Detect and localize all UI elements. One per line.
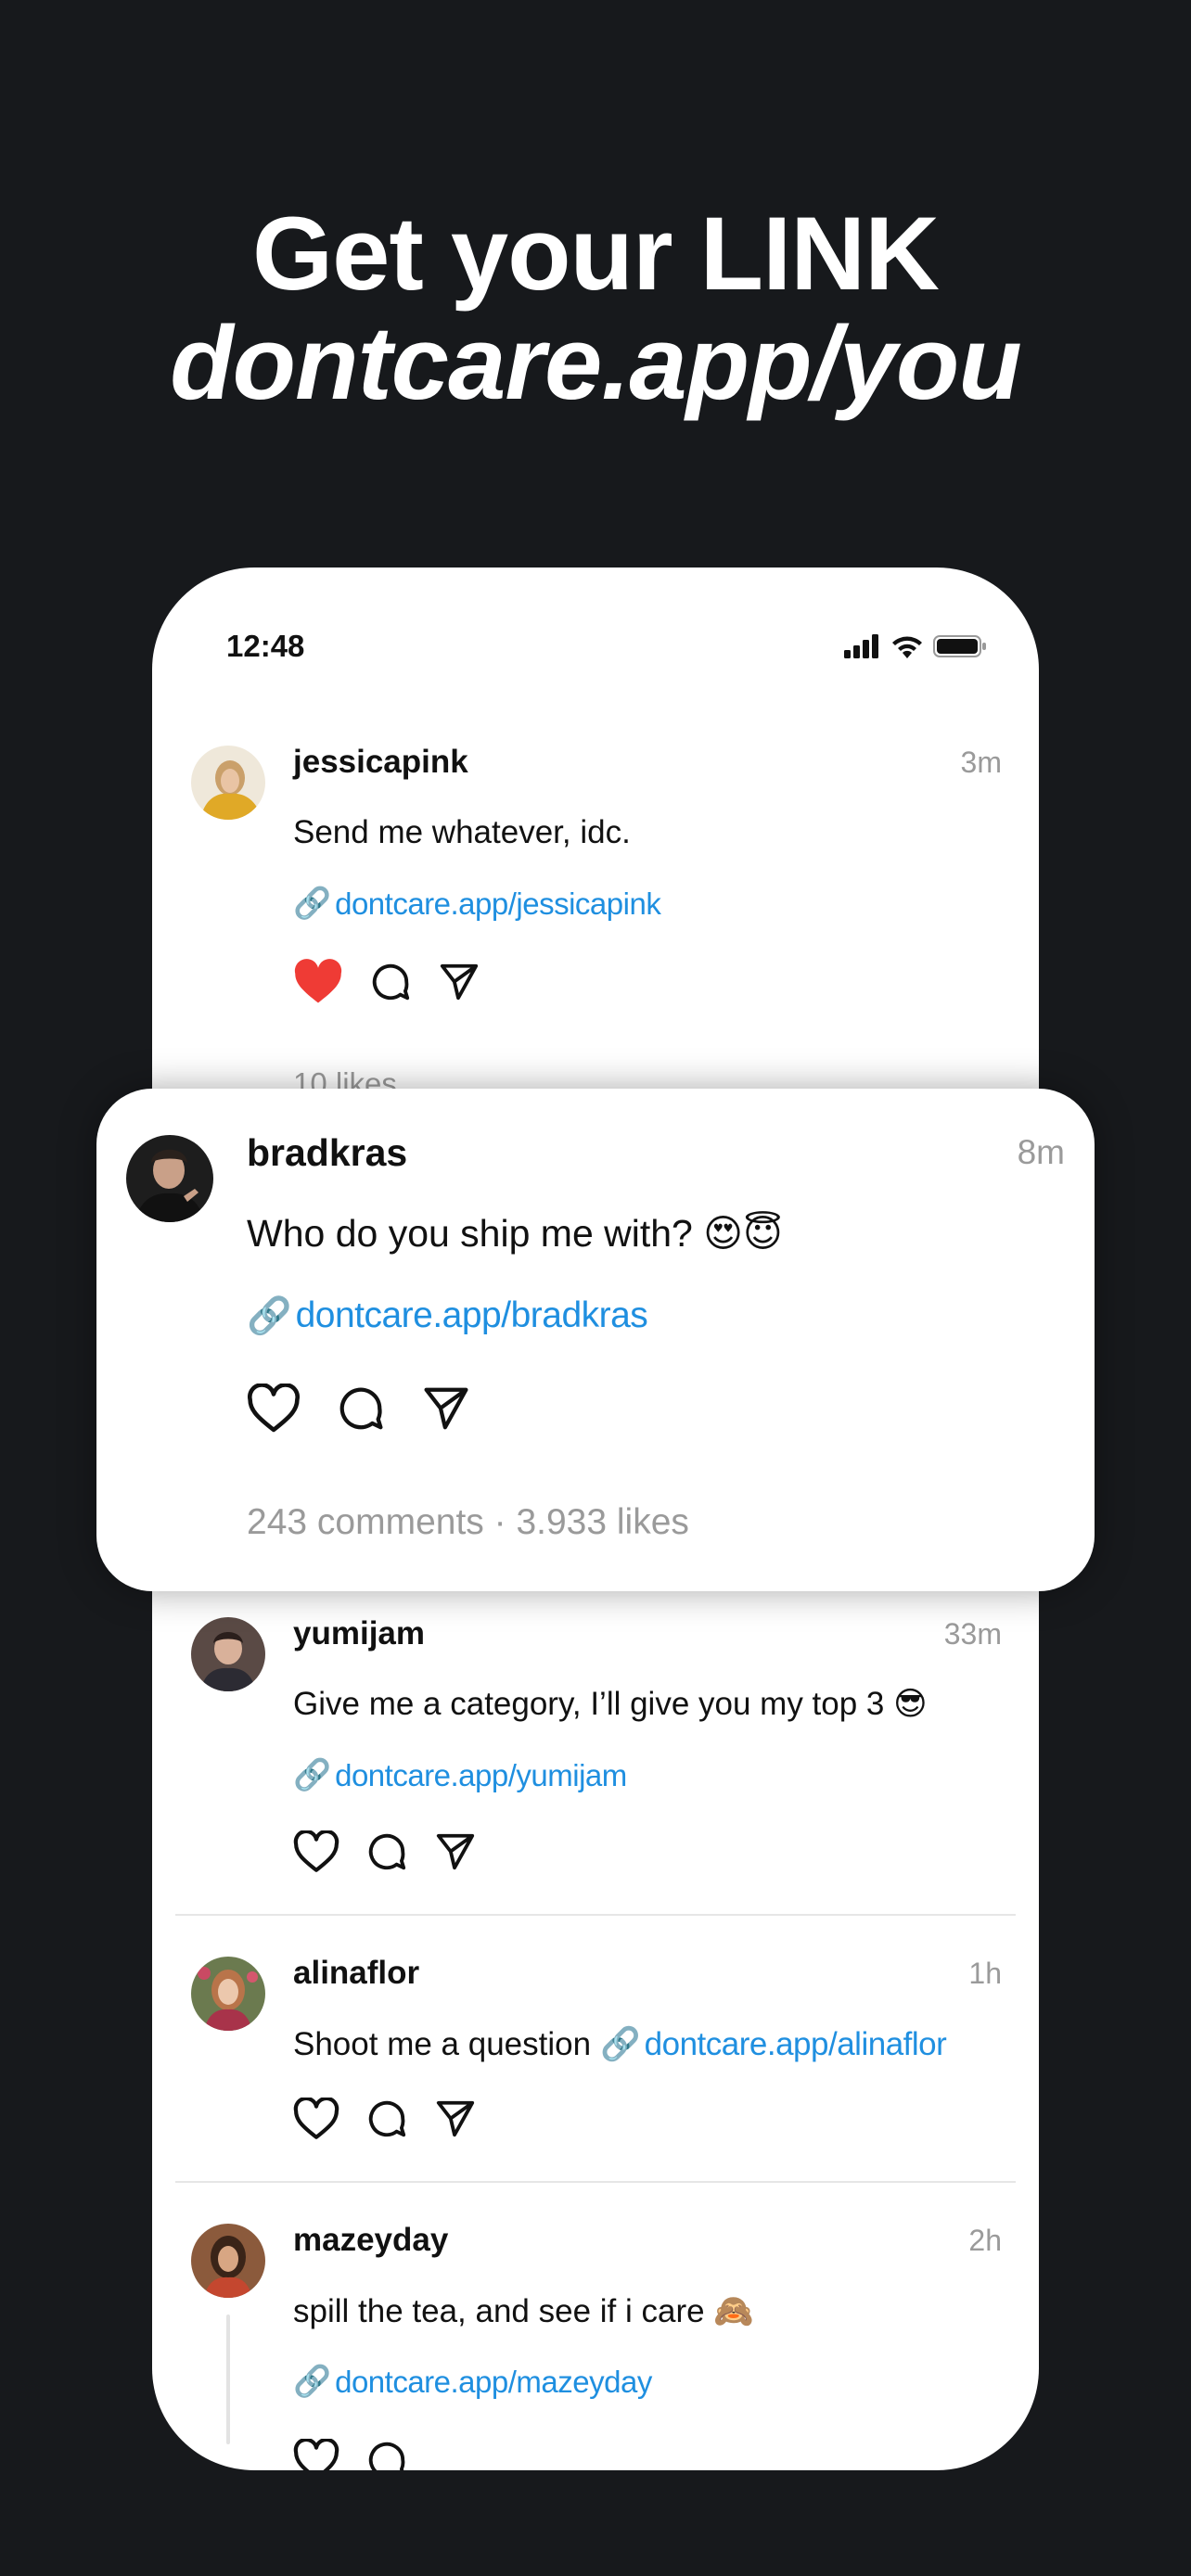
post-time: 1h <box>968 1957 1002 1990</box>
post-text: spill the tea, and see if i care 🙈 <box>293 2293 754 2329</box>
headline: Get your LINK dontcare.app/you <box>0 199 1191 418</box>
profile-link-text[interactable]: dontcare.app/alinaflor <box>645 2026 947 2063</box>
post-divider <box>175 2181 1016 2183</box>
link-icon: 🔗 <box>247 1296 292 1336</box>
comment-icon[interactable] <box>365 2098 408 2140</box>
battery-icon <box>933 635 986 657</box>
link-icon: 🔗 <box>293 1757 332 1792</box>
post-actions <box>247 1384 471 1434</box>
post-actions <box>293 1830 477 1873</box>
post-actions <box>293 2098 477 2140</box>
profile-link-text[interactable]: dontcare.app/mazeyday <box>335 2365 652 2400</box>
link-icon: 🔗 <box>293 886 332 920</box>
username[interactable]: mazeyday <box>293 2222 448 2259</box>
send-icon[interactable] <box>421 1384 471 1434</box>
headline-title: Get your LINK <box>252 196 940 312</box>
post-time: 8m <box>1017 1133 1065 1171</box>
comment-icon[interactable] <box>365 2439 408 2470</box>
heart-icon[interactable] <box>293 959 343 1005</box>
post-time: 2h <box>968 2224 1002 2257</box>
post-text: Shoot me a question 🔗 dontcare.app/alina… <box>293 2025 947 2063</box>
username[interactable]: yumijam <box>293 1615 425 1652</box>
post-divider <box>175 1914 1016 1916</box>
username[interactable]: bradkras <box>247 1131 407 1175</box>
post-text-content: Shoot me a question <box>293 2025 592 2062</box>
heart-icon[interactable] <box>293 2098 339 2140</box>
avatar[interactable] <box>191 1617 265 1691</box>
featured-post-card: bradkras 8m Who do you ship me with? 😍😇 … <box>96 1089 1095 1591</box>
avatar[interactable] <box>191 2224 265 2298</box>
username[interactable]: alinaflor <box>293 1955 419 1992</box>
send-icon[interactable] <box>434 1830 477 1873</box>
comment-icon[interactable] <box>365 1830 408 1873</box>
profile-link[interactable]: 🔗 dontcare.app/jessicapink <box>293 886 661 922</box>
avatar[interactable] <box>191 746 265 820</box>
profile-link[interactable]: 🔗 dontcare.app/yumijam <box>293 1757 627 1793</box>
status-icons <box>844 634 987 658</box>
profile-link-text[interactable]: dontcare.app/jessicapink <box>335 886 661 922</box>
post-actions <box>293 959 480 1005</box>
post-text: Give me a category, I’ll give you my top… <box>293 1686 928 1722</box>
avatar[interactable] <box>191 1957 265 2031</box>
send-icon[interactable] <box>434 2098 477 2140</box>
post-time: 3m <box>960 746 1002 779</box>
status-time: 12:48 <box>226 629 305 663</box>
heart-icon[interactable] <box>293 1830 339 1873</box>
post-time: 33m <box>943 1617 1002 1651</box>
heart-icon[interactable] <box>293 2439 339 2470</box>
post-stats: 243 comments · 3.933 likes <box>247 1502 689 1542</box>
link-icon: 🔗 <box>293 2364 332 2398</box>
post-text: Send me whatever, idc. <box>293 814 631 850</box>
post-text: Who do you ship me with? 😍😇 <box>247 1212 783 1255</box>
link-icon: 🔗 <box>600 2026 641 2062</box>
comment-icon[interactable] <box>369 961 412 1003</box>
comment-icon[interactable] <box>336 1384 386 1434</box>
profile-link[interactable]: 🔗 dontcare.app/mazeyday <box>293 2364 652 2400</box>
headline-link: dontcare.app/you <box>170 305 1021 421</box>
profile-link[interactable]: 🔗 dontcare.app/bradkras <box>247 1294 648 1337</box>
cellular-signal-icon <box>844 634 878 658</box>
thread-line <box>226 2315 230 2444</box>
avatar[interactable] <box>126 1135 213 1222</box>
heart-icon[interactable] <box>247 1384 301 1434</box>
wifi-icon <box>892 636 922 658</box>
profile-link-text[interactable]: dontcare.app/yumijam <box>335 1758 627 1793</box>
profile-link-text[interactable]: dontcare.app/bradkras <box>296 1295 648 1336</box>
post-actions <box>293 2439 408 2470</box>
send-icon[interactable] <box>438 961 480 1003</box>
username[interactable]: jessicapink <box>293 744 468 781</box>
status-bar: 12:48 <box>152 614 1039 679</box>
